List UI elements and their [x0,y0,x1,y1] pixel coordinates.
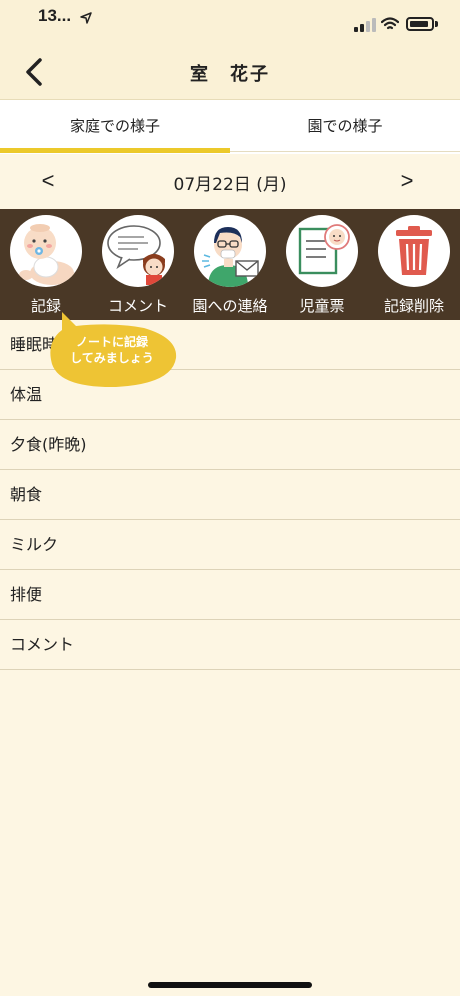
page-title: 室 花子 [190,64,270,85]
action-label: 記録削除 [383,297,444,315]
record-row-milk[interactable]: ミルク [0,520,460,570]
location-arrow-icon [80,12,92,27]
tab-active-indicator [0,148,230,153]
battery-nub [435,21,438,27]
record-hint-tooltip: ノートに記録 してみましょう [46,312,178,388]
comment-icon [102,215,174,287]
contact-nursery-action-button[interactable]: 園への連絡 [185,215,275,320]
tab-nursery-status[interactable]: 園での様子 [230,100,460,154]
child-record-action-button[interactable]: 児童票 [277,215,367,320]
battery-icon [406,17,434,31]
tab-bar: 家庭での様子 園での様子 [0,100,460,154]
baby-icon [10,215,82,287]
tooltip-text: ノートに記録 してみましょう [46,334,178,366]
record-row-comment[interactable]: コメント [0,620,460,670]
comment-action-button[interactable]: コメント [93,215,183,320]
tooltip-line-1: ノートに記録 [75,335,148,349]
cellular-signal-icon [354,18,376,32]
record-row-bowel[interactable]: 排便 [0,570,460,620]
status-bar: 13... [0,0,460,44]
action-bar: 記録 コメント 園への連絡 児童票 記録削除 [0,209,460,320]
trash-icon [378,215,450,287]
tooltip-line-2: してみましょう [70,351,154,365]
tab-divider [230,151,460,152]
current-date: 07月22日 (月) [173,175,287,195]
delete-record-action-button[interactable]: 記録削除 [369,215,459,320]
tab-home-status[interactable]: 家庭での様子 [0,100,230,154]
contact-icon [194,215,266,287]
record-action-button[interactable]: 記録 [1,215,91,320]
wifi-icon [380,16,400,30]
home-indicator [148,982,312,988]
status-time: 13... [38,6,72,25]
date-navigation: < 07月22日 (月) > [0,154,460,210]
header-bar: 室 花子 [0,44,460,100]
record-row-dinner[interactable]: 夕食(昨晩) [0,420,460,470]
next-date-button[interactable]: > [395,168,419,196]
child-record-icon [286,215,358,287]
record-row-breakfast[interactable]: 朝食 [0,470,460,520]
